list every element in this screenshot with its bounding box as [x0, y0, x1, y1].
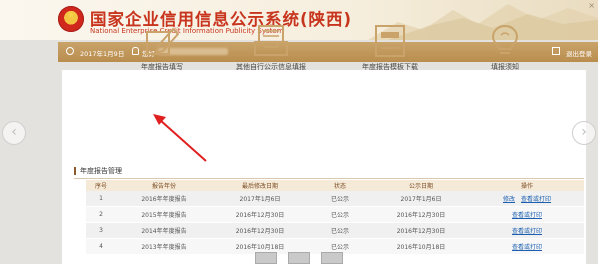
- cell-published: 2017年1月6日: [372, 191, 470, 207]
- cell-ops: 查看或打印: [470, 238, 584, 255]
- pager-button-1[interactable]: [255, 252, 277, 264]
- view-print-link[interactable]: 查看或打印: [521, 196, 551, 203]
- edit-link[interactable]: 修改: [503, 196, 515, 203]
- section-title: 年度报告管理: [74, 167, 122, 175]
- col-header: 最后修改日期: [212, 180, 308, 191]
- cell-modified: 2017年1月6日: [212, 191, 308, 207]
- table-row: 3 2014年年度报告 2016年12月30日 已公示 2016年12月30日 …: [86, 222, 584, 239]
- col-header: 状态: [308, 180, 372, 191]
- cell-modified: 2016年12月30日: [212, 222, 308, 239]
- cell-published: 2016年12月30日: [372, 222, 470, 239]
- col-header: 序号: [86, 180, 116, 191]
- cell-year: 2014年年度报告: [116, 222, 212, 239]
- prev-arrow-icon[interactable]: ‹: [2, 121, 26, 145]
- view-print-link[interactable]: 查看或打印: [512, 212, 542, 219]
- cell-published: 2016年12月30日: [372, 206, 470, 223]
- cell-status: 已公示: [308, 191, 372, 207]
- cell-no: 2: [86, 206, 116, 223]
- col-header: 公示日期: [372, 180, 470, 191]
- cell-status: 已公示: [308, 206, 372, 223]
- table-row: 2 2015年年度报告 2016年12月30日 已公示 2016年12月30日 …: [86, 206, 584, 223]
- cell-no: 1: [86, 191, 116, 207]
- view-print-link[interactable]: 查看或打印: [512, 244, 542, 251]
- cell-no: 3: [86, 222, 116, 239]
- table-row: 1 2016年年度报告 2017年1月6日 已公示 2017年1月6日 修改 查看…: [86, 191, 584, 207]
- annual-report-table: 序号 报告年份 最后修改日期 状态 公示日期 操作 1 2016年年度报告 20…: [86, 180, 584, 255]
- col-header: 报告年份: [116, 180, 212, 191]
- cell-ops: 修改 查看或打印: [470, 191, 584, 207]
- pager-button-3[interactable]: [321, 252, 343, 264]
- cell-status: 已公示: [308, 222, 372, 239]
- table-header-row: 序号 报告年份 最后修改日期 状态 公示日期 操作: [86, 180, 584, 191]
- section-divider: [74, 178, 584, 179]
- pager-button-2[interactable]: [288, 252, 310, 264]
- next-arrow-icon[interactable]: ›: [572, 121, 596, 145]
- cell-ops: 查看或打印: [470, 206, 584, 223]
- cell-no: 4: [86, 238, 116, 255]
- col-header: 操作: [470, 180, 584, 191]
- view-print-link[interactable]: 查看或打印: [512, 228, 542, 235]
- cell-published: 2016年10月18日: [372, 238, 470, 255]
- cell-year: 2013年年度报告: [116, 238, 212, 255]
- cell-year: 2015年年度报告: [116, 206, 212, 223]
- cell-year: 2016年年度报告: [116, 191, 212, 207]
- cell-ops: 查看或打印: [470, 222, 584, 239]
- cell-modified: 2016年12月30日: [212, 206, 308, 223]
